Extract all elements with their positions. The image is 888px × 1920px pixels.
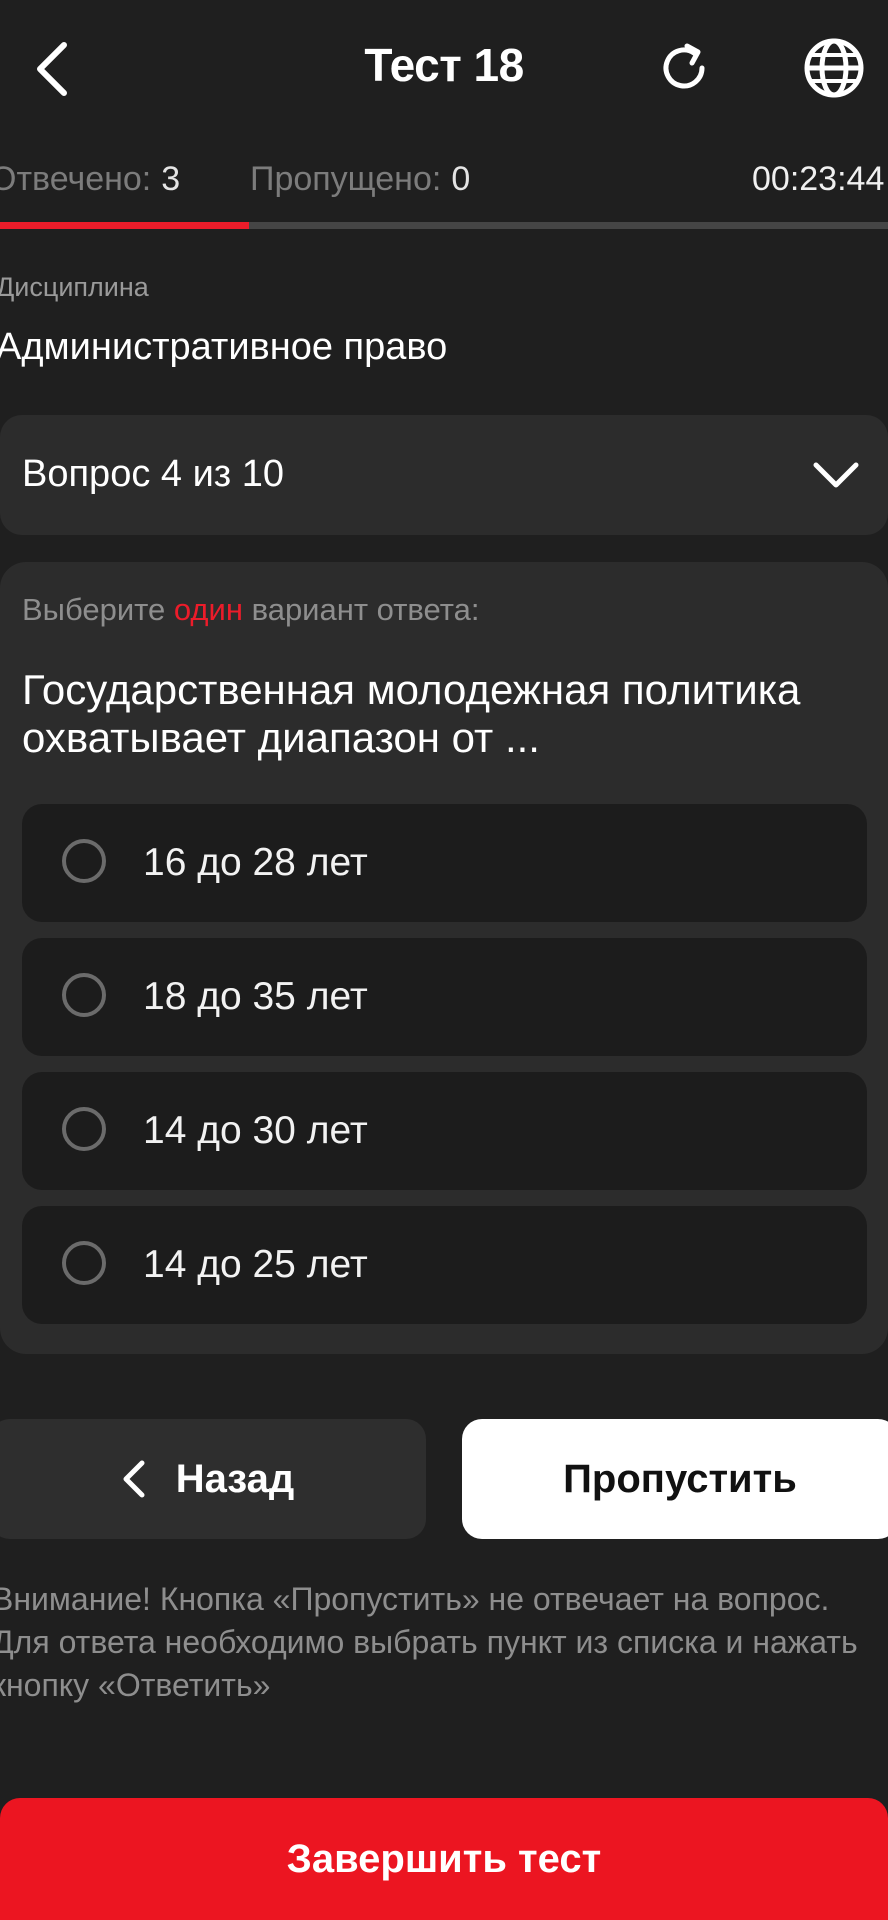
question-selector[interactable]: Вопрос 4 из 10 <box>0 415 888 535</box>
question-text: Государственная молодежная политика охва… <box>22 666 801 761</box>
skip-button[interactable]: Пропустить <box>462 1419 888 1539</box>
answer-option-label: 14 до 30 лет <box>143 1109 368 1152</box>
radio-button-icon[interactable] <box>62 839 106 883</box>
answer-option[interactable]: 14 до 30 лет <box>22 1072 867 1190</box>
skipped-value: 0 <box>451 160 471 198</box>
progress-fill <box>0 222 249 229</box>
finish-test-button[interactable]: Завершить тест <box>0 1798 888 1920</box>
skipped-label: Пропущено: <box>250 160 442 198</box>
skip-warning: Внимание! Кнопка «Пропустить» не отвечае… <box>0 1581 858 1703</box>
skipped-stat: Пропущено: 0 <box>250 160 470 199</box>
answered-value: 3 <box>161 160 181 198</box>
answered-stat: Отвечено: 3 <box>0 160 180 199</box>
instruction-accent: один <box>173 592 243 627</box>
chevron-left-icon <box>123 1460 145 1498</box>
app-header: Тест 18 <box>0 0 888 140</box>
answer-instruction: Выберите один вариант ответа: <box>22 592 479 628</box>
globe-icon[interactable] <box>800 34 868 102</box>
answer-option-label: 14 до 25 лет <box>143 1243 368 1286</box>
answer-option[interactable]: 14 до 25 лет <box>22 1206 867 1324</box>
back-button[interactable]: Назад <box>0 1419 426 1539</box>
reload-icon[interactable] <box>650 34 718 102</box>
answer-option-label: 18 до 35 лет <box>143 975 368 1018</box>
question-counter: Вопрос 4 из 10 <box>22 453 285 495</box>
skip-button-label: Пропустить <box>563 1456 797 1501</box>
discipline-label: Дисциплина <box>0 272 149 302</box>
answer-option-label: 16 до 28 лет <box>143 841 368 884</box>
back-button-content: Назад <box>0 1419 426 1539</box>
progress-bar <box>0 222 888 229</box>
radio-button-icon[interactable] <box>62 1107 106 1151</box>
answer-option[interactable]: 16 до 28 лет <box>22 804 867 922</box>
radio-button-icon[interactable] <box>62 973 106 1017</box>
discipline-value: Административное право <box>0 326 448 368</box>
instruction-after: вариант ответа: <box>242 592 480 627</box>
radio-button-icon[interactable] <box>62 1241 106 1285</box>
timer: 00:23:44 <box>752 160 885 198</box>
back-button-label: Назад <box>175 1456 295 1501</box>
answer-option[interactable]: 18 до 35 лет <box>22 938 867 1056</box>
stats-row: Отвечено: 3 Пропущено: 0 00:23:44 <box>0 160 888 208</box>
chevron-down-icon <box>813 462 859 488</box>
question-card: Выберите один вариант ответа: Государств… <box>0 562 888 1354</box>
answered-label: Отвечено: <box>0 160 152 198</box>
page-title: Тест 18 <box>364 39 524 91</box>
instruction-before: Выберите <box>22 592 174 627</box>
finish-test-label: Завершить тест <box>286 1836 602 1881</box>
